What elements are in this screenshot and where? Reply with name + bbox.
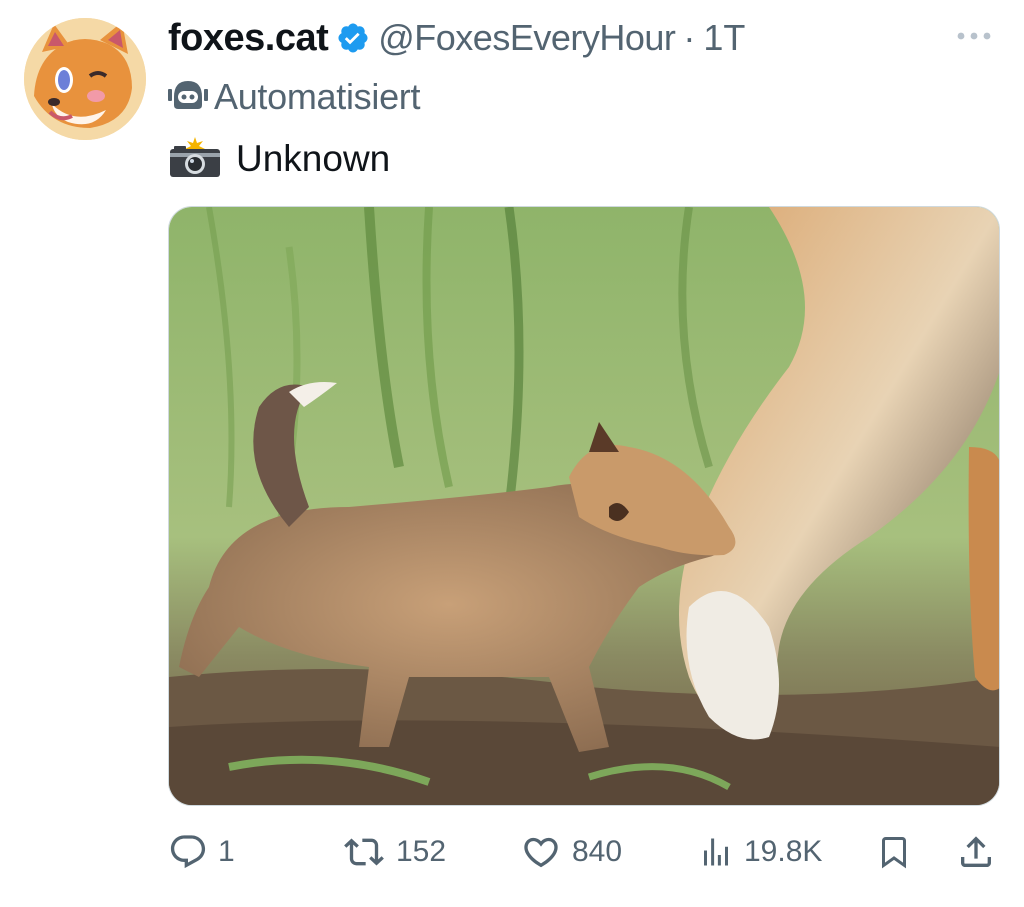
tweet-body: Unknown (236, 138, 391, 179)
share-icon (956, 831, 996, 873)
display-name[interactable]: foxes.cat (168, 17, 329, 60)
retweet-button[interactable]: 152 (342, 828, 446, 876)
reply-button[interactable]: 1 (168, 828, 235, 876)
tweet-actions: 1 152 840 19.8K (168, 828, 1000, 876)
automated-label-row[interactable]: Automatisiert (168, 74, 420, 120)
retweet-icon (342, 832, 386, 872)
automated-label: Automatisiert (214, 76, 421, 117)
separator-dot: · (683, 17, 696, 58)
robot-icon (168, 77, 208, 118)
tweet-media-image[interactable] (168, 206, 1000, 806)
user-handle[interactable]: @FoxesEveryHour (378, 17, 676, 59)
like-button[interactable]: 840 (520, 828, 622, 876)
reply-count: 1 (218, 835, 235, 868)
like-icon (520, 832, 562, 872)
bookmark-icon (876, 831, 912, 873)
verified-badge-icon[interactable] (336, 21, 370, 55)
reply-icon (168, 832, 208, 872)
bookmark-button[interactable] (876, 828, 912, 876)
tweet-text: Unknown (168, 136, 390, 182)
views-count: 19.8K (744, 835, 823, 868)
avatar[interactable] (24, 18, 146, 140)
camera-flash-icon (168, 135, 222, 184)
tweet-header: foxes.cat @FoxesEveryHour · 1T (168, 12, 745, 64)
share-button[interactable] (956, 828, 996, 876)
views-button[interactable]: 19.8K (698, 828, 822, 876)
like-count: 840 (572, 835, 623, 868)
views-icon (698, 832, 734, 872)
more-icon[interactable] (954, 22, 994, 50)
retweet-count: 152 (396, 835, 447, 868)
timestamp[interactable]: 1T (703, 17, 745, 59)
